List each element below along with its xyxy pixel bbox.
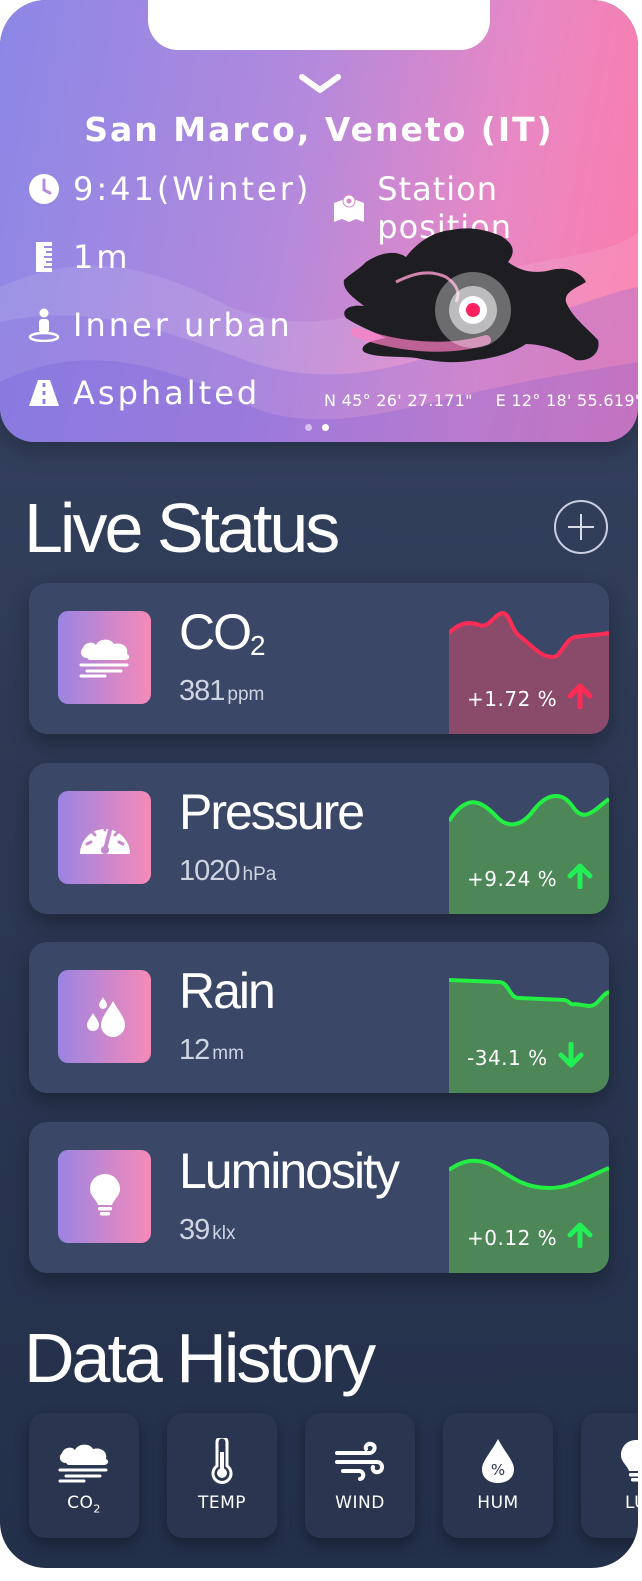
altitude-row: 1m bbox=[27, 238, 131, 276]
card-value: 381 ppm bbox=[179, 675, 264, 708]
history-label: HUM bbox=[443, 1493, 553, 1515]
history-label: WIND bbox=[305, 1493, 415, 1515]
wind-icon bbox=[305, 1435, 415, 1487]
history-label-text: HUM bbox=[477, 1493, 519, 1513]
station-header[interactable]: San Marco, Veneto (IT) 9:41(Winter) Stat… bbox=[0, 0, 638, 442]
page-dot-1[interactable] bbox=[305, 424, 312, 431]
clock-icon bbox=[27, 172, 61, 206]
card-value: 39 klx bbox=[179, 1214, 236, 1247]
arrow-up-icon bbox=[567, 863, 593, 894]
longitude-label: E 12° 18' 55.619" bbox=[495, 391, 638, 410]
card-value-number: 381 bbox=[179, 675, 225, 707]
card-value-unit: mm bbox=[212, 1043, 244, 1064]
page-dot-2[interactable] bbox=[322, 424, 329, 431]
coordinates: N 45° 26' 27.171" E 12° 18' 55.619" bbox=[324, 391, 638, 410]
data-history-title: Data History bbox=[24, 1319, 376, 1397]
card-title: Luminosity bbox=[179, 1142, 400, 1201]
chevron-down-icon[interactable] bbox=[298, 72, 342, 96]
area-type-row: Inner urban bbox=[27, 306, 293, 344]
history-button[interactable]: % HUM bbox=[443, 1413, 553, 1538]
arrow-up-icon bbox=[567, 1222, 593, 1253]
station-map[interactable] bbox=[336, 222, 606, 372]
road-icon bbox=[27, 376, 61, 410]
card-value-unit: ppm bbox=[227, 684, 265, 705]
card-change-label: -34.1 % bbox=[467, 1045, 548, 1070]
card-icon-box bbox=[58, 791, 151, 884]
card-title: Rain bbox=[179, 962, 276, 1021]
card-value-number: 1020 bbox=[179, 855, 241, 887]
history-label: LU bbox=[581, 1493, 638, 1515]
latitude-label: N 45° 26' 27.171" bbox=[324, 391, 473, 410]
cloud-fog-icon bbox=[29, 1435, 139, 1487]
arrow-down-icon bbox=[558, 1041, 584, 1073]
card-icon-box bbox=[58, 611, 151, 704]
time-row: 9:41(Winter) bbox=[27, 170, 311, 208]
card-title: CO2 bbox=[179, 603, 266, 662]
card-icon-box bbox=[58, 970, 151, 1063]
card-title: Pressure bbox=[179, 783, 365, 842]
live-status-title: Live Status bbox=[24, 489, 340, 567]
altitude-label: 1m bbox=[73, 238, 131, 276]
map-pin-icon bbox=[332, 191, 365, 225]
history-label: TEMP bbox=[167, 1493, 277, 1515]
person-icon bbox=[27, 308, 61, 342]
history-button[interactable]: WIND bbox=[305, 1413, 415, 1538]
history-label: CO2 bbox=[29, 1493, 139, 1515]
lightbulb-icon bbox=[88, 1172, 122, 1222]
card-value: 1020 hPa bbox=[179, 855, 276, 888]
card-change-label: +9.24 % bbox=[467, 866, 558, 891]
history-button[interactable]: TEMP bbox=[167, 1413, 277, 1538]
history-label-text: LU bbox=[624, 1493, 638, 1513]
surface-row: Asphalted bbox=[27, 374, 260, 412]
card-value-number: 39 bbox=[179, 1214, 210, 1246]
card-change: +0.12 % bbox=[467, 1222, 593, 1253]
phone-screen: San Marco, Veneto (IT) 9:41(Winter) Stat… bbox=[0, 0, 638, 1568]
card-value-unit: klx bbox=[212, 1223, 236, 1244]
card-value: 12 mm bbox=[179, 1034, 244, 1067]
raindrops-icon bbox=[81, 991, 129, 1043]
time-label: 9:41(Winter) bbox=[73, 170, 312, 208]
card-icon-box bbox=[58, 1150, 151, 1243]
area-type-label: Inner urban bbox=[73, 306, 293, 344]
card-change: -34.1 % bbox=[467, 1041, 584, 1073]
notch bbox=[148, 0, 490, 50]
status-card[interactable]: Pressure 1020 hPa +9.24 % bbox=[29, 763, 609, 914]
lightbulb-icon bbox=[581, 1435, 638, 1487]
card-title-text: Rain bbox=[179, 963, 276, 1019]
status-card[interactable]: Luminosity 39 klx +0.12 % bbox=[29, 1122, 609, 1273]
card-title-text: Pressure bbox=[179, 784, 365, 840]
card-change-label: +1.72 % bbox=[467, 686, 558, 711]
cloud-fog-icon bbox=[77, 634, 133, 682]
card-change: +1.72 % bbox=[467, 683, 593, 714]
ruler-icon bbox=[27, 240, 61, 274]
thermometer-icon bbox=[167, 1435, 277, 1487]
arrow-up-icon bbox=[567, 683, 593, 714]
surface-label: Asphalted bbox=[73, 374, 261, 412]
gauge-icon bbox=[78, 816, 132, 860]
history-button[interactable]: LU bbox=[581, 1413, 638, 1538]
card-change-label: +0.12 % bbox=[467, 1225, 558, 1250]
card-title-subscript: 2 bbox=[250, 630, 266, 661]
card-title-text: CO bbox=[179, 604, 252, 660]
add-button[interactable] bbox=[554, 500, 608, 554]
card-title-text: Luminosity bbox=[179, 1143, 400, 1199]
history-label-subscript: 2 bbox=[93, 1502, 101, 1516]
card-value-unit: hPa bbox=[242, 864, 277, 885]
status-card[interactable]: Rain 12 mm -34.1 % bbox=[29, 942, 609, 1093]
card-value-number: 12 bbox=[179, 1034, 210, 1066]
history-label-text: TEMP bbox=[197, 1493, 247, 1513]
card-change: +9.24 % bbox=[467, 863, 593, 894]
status-card[interactable]: CO2 381 ppm +1.72 % bbox=[29, 583, 609, 734]
location-title: San Marco, Veneto (IT) bbox=[84, 110, 554, 149]
history-label-text: CO bbox=[67, 1493, 94, 1513]
history-button[interactable]: CO2 bbox=[29, 1413, 139, 1538]
history-label-text: WIND bbox=[335, 1493, 385, 1513]
header-pagination[interactable] bbox=[305, 424, 329, 431]
svg-text:%: % bbox=[491, 1461, 505, 1479]
humidity-drop-icon: % bbox=[443, 1435, 553, 1487]
